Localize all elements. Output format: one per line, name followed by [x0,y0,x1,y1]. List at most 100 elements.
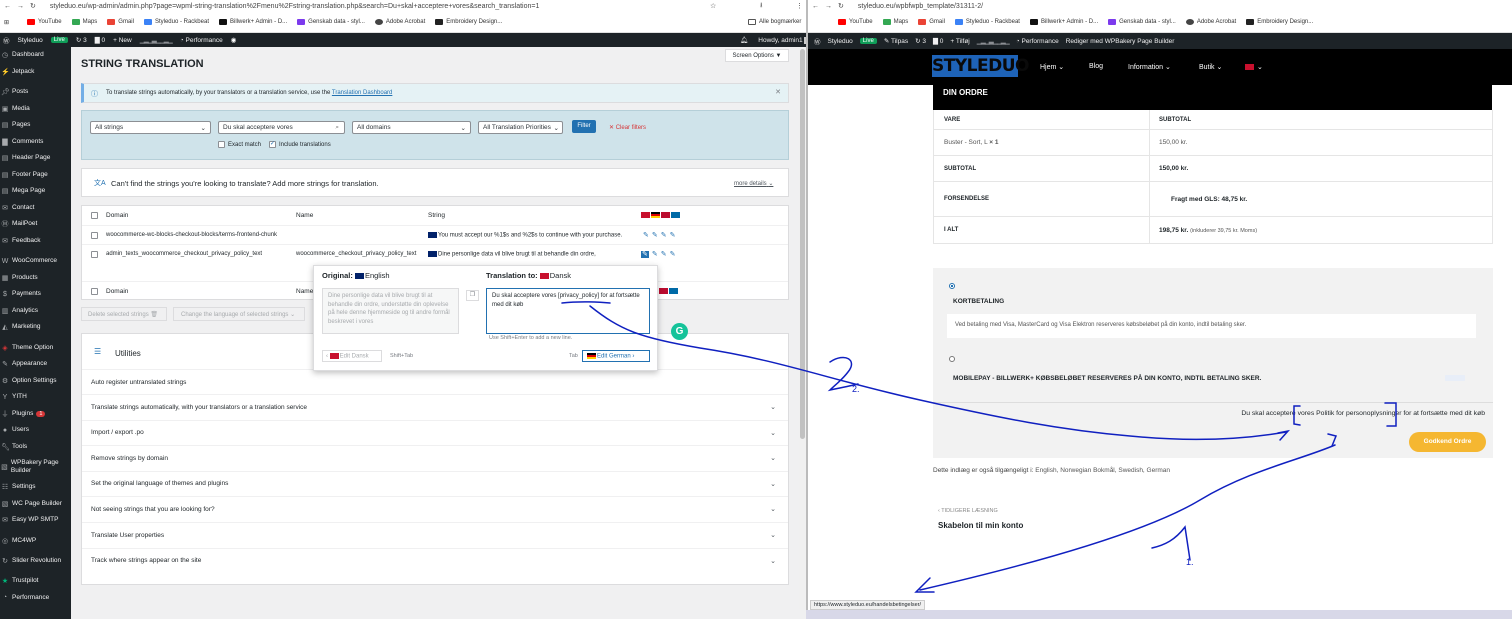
howdy-menu[interactable]: 🔔︎ Howdy, admin1 [740,36,806,44]
customize-link[interactable]: ✎ Tilpas [884,37,908,45]
bookmark[interactable]: Billwerk+ Admin - D... [218,19,287,25]
nav-item-information[interactable]: Information ⌄ [1128,63,1171,71]
wpbakery-edit-link[interactable]: Rediger med WPBakery Page Builder [1066,38,1175,45]
sidebar-item-media[interactable]: ▣ Media [0,101,71,118]
bookmark[interactable]: Maps [882,19,908,25]
sidebar-item-tools[interactable]: 🔧︎ Tools [0,439,71,456]
bookmark[interactable]: Gmail [918,19,945,25]
previous-post-link[interactable]: Skabelon til min konto [938,521,1023,530]
new-link[interactable]: + New [113,37,132,44]
performance-link[interactable]: ◔ Performance [180,37,223,44]
comments-link[interactable]: ▇ 0 [933,37,943,45]
exact-match-checkbox[interactable]: Exact match [218,141,261,148]
bookmark[interactable]: Styleduo - Rackbeat [143,19,209,25]
sidebar-item-jetpack[interactable]: ⚡ Jetpack [0,64,71,81]
address-bar[interactable]: styleduo.eu/wp-admin/admin.php?page=wpml… [50,3,540,10]
grammarly-icon[interactable]: G [671,323,688,340]
add-link[interactable]: + Tilføj [950,38,969,45]
bookmark[interactable]: Genskab data - styl... [297,19,365,25]
priorities-select[interactable]: All Translation Priorities ⌄ [478,121,563,134]
bookmark[interactable]: YouTube [838,19,873,25]
row-checkbox[interactable] [91,231,98,239]
sidebar-item-header-page[interactable]: ▤ Header Page [0,150,71,167]
nav-item-home[interactable]: Hjem ⌄ [1040,63,1064,71]
translation-dashboard-link[interactable]: Translation Dashboard [332,90,392,96]
back-icon[interactable]: ← [812,3,819,10]
sidebar-item-option-settings[interactable]: ⚙ Option Settings [0,373,71,390]
edit-pencil-icon[interactable]: ✎ [661,232,667,239]
wordpress-icon[interactable]: Ⓦ [814,36,821,46]
utility-accordion-item[interactable]: Not seeing strings that you are looking … [82,496,788,521]
bookmark[interactable]: Adobe Acrobat [1185,19,1236,25]
row-checkbox[interactable] [91,250,98,258]
close-icon[interactable]: ✕ [775,88,781,96]
sidebar-item-products[interactable]: ▦ Products [0,270,71,287]
edit-german-button[interactable]: Edit German › [582,350,650,362]
screen-options-button[interactable]: Screen Options ▼ [725,49,789,62]
sidebar-item-wpbakery-page-builder[interactable]: ▧ WPBakery Page Builder [0,455,71,479]
edit-pencil-icon[interactable]: ✎ [652,251,658,258]
sidebar-item-slider-revolution[interactable]: ↻ Slider Revolution [0,549,71,573]
sidebar-item-contact[interactable]: ✉ Contact [0,200,71,217]
performance-link[interactable]: ◔ Performance [1016,38,1059,45]
sidebar-item-feedback[interactable]: ✉ Feedback [0,233,71,250]
site-logo[interactable]: STYLEDUO [932,55,1029,77]
change-language-button[interactable]: Change the language of selected strings … [173,307,305,321]
sidebar-item-settings[interactable]: ☷ Settings [0,479,71,496]
copy-original-button[interactable]: ❐ [466,290,479,301]
select-all-checkbox[interactable] [91,212,98,219]
domains-select[interactable]: All domains ⌄ [352,121,471,134]
edit-pencil-icon[interactable]: ✎ [652,232,658,239]
reload-icon[interactable]: ↻ [838,2,844,10]
forward-icon[interactable]: → [17,3,24,10]
menu-icon[interactable]: ⋮ [796,2,803,10]
bookmark[interactable]: YouTube [27,19,62,25]
sidebar-item-performance[interactable]: ◔ Performance [0,590,71,607]
apps-icon[interactable]: ⊞ [4,19,9,26]
search-input[interactable]: Du skal acceptere vores ⌕ [218,121,345,134]
sidebar-item-plugins[interactable]: ⏚ Plugins 1 [0,406,71,423]
address-bar[interactable]: styleduo.eu/wpbfwpb_template/31311-2/ [858,3,983,10]
privacy-policy-link[interactable]: Politik for personoplysninger [1316,410,1401,417]
nav-item-blog[interactable]: Blog [1089,63,1103,70]
card-radio[interactable] [949,283,955,289]
sidebar-item-easy-wp-smtp[interactable]: ✉ Easy WP SMTP [0,512,71,529]
utility-accordion-item[interactable]: Track where strings appear on the site ⌄ [82,547,788,573]
bookmark[interactable]: Genskab data - styl... [1108,19,1176,25]
wordpress-icon[interactable]: Ⓦ [3,35,10,45]
sidebar-item-analytics[interactable]: ▥ Analytics [0,303,71,320]
bookmark[interactable]: Maps [71,19,97,25]
updates-link[interactable]: ↻ 3 [915,37,926,45]
sidebar-item-marketing[interactable]: ◭ Marketing [0,319,71,336]
sidebar-item-comments[interactable]: ▇ Comments [0,134,71,151]
reload-icon[interactable]: ↻ [30,2,36,10]
scrollbar[interactable] [799,47,806,609]
bookmark[interactable]: Adobe Acrobat [374,19,425,25]
comments-link[interactable]: ▇ 0 [95,36,105,44]
updates-link[interactable]: ↻ 3 [76,36,87,44]
sidebar-item-appearance[interactable]: ✎ Appearance [0,356,71,373]
sidebar-item-mailpoet[interactable]: Ⓜ MailPoet [0,216,71,233]
download-icon[interactable]: ⭳ [760,1,762,12]
sidebar-item-woocommerce[interactable]: W WooCommerce [0,253,71,270]
bookmark[interactable]: Billwerk+ Admin - D... [1029,19,1098,25]
sidebar-item-footer-page[interactable]: ▤ Footer Page [0,167,71,184]
language-switcher[interactable]: ⌄ [1245,63,1263,71]
sidebar-item-mc4wp[interactable]: ◎ MC4WP [0,533,71,550]
bookmark[interactable]: Embroidery Design... [1246,19,1313,25]
edit-pencil-icon[interactable]: ✎ [670,232,676,239]
utility-accordion-item[interactable]: Set the original language of themes and … [82,470,788,496]
more-details-link[interactable]: more details ⌄ [734,180,773,187]
nav-item-shop[interactable]: Butik ⌄ [1199,63,1222,71]
sidebar-item-users[interactable]: ● Users [0,422,71,439]
include-translations-checkbox[interactable]: ✓ Include translations [269,141,331,148]
sidebar-item-yith[interactable]: Y YITH [0,389,71,406]
utility-accordion-item[interactable]: Import / export .po ⌄ [82,419,788,445]
sidebar-item-theme-option[interactable]: ◈ Theme Option [0,340,71,357]
prev-arrow-button[interactable]: ‹ Edit Dansk [322,350,382,362]
bookmark[interactable]: Embroidery Design... [435,19,502,25]
utility-accordion-item[interactable]: Translate strings automatically, with yo… [82,394,788,419]
filter-button[interactable]: Filter [572,120,596,133]
sidebar-item-mega-page[interactable]: ▤ Mega Page [0,183,71,200]
site-name[interactable]: Styleduo [828,38,853,45]
